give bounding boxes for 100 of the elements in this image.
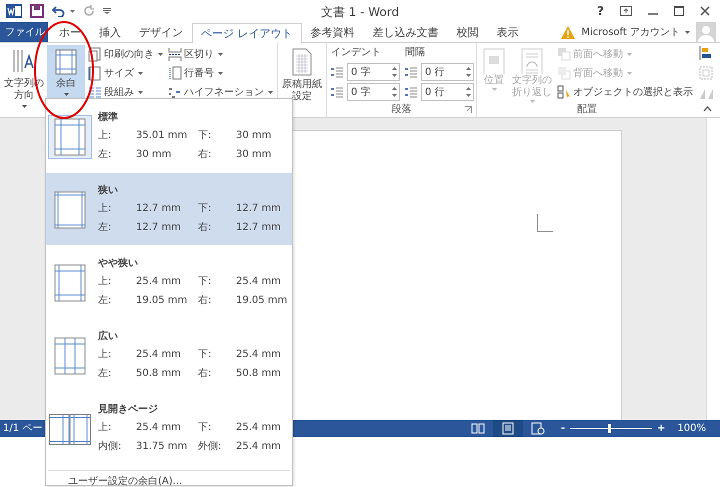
zoom-slider[interactable] xyxy=(570,424,652,433)
bring-forward-icon xyxy=(557,46,571,62)
option-name: やや狭い xyxy=(98,258,138,269)
position-icon xyxy=(481,48,507,74)
margin-preview-icon xyxy=(54,191,86,229)
grid-paper-icon xyxy=(291,48,313,76)
ribbon-tab[interactable]: ファイル xyxy=(0,22,48,42)
option-name: 狭い xyxy=(98,185,118,196)
margin-option[interactable]: 標準 上: 35.01 mm 下: 30 mm 左: 30 mm 右: 30 mm xyxy=(46,100,292,172)
line-numbers-icon xyxy=(168,66,182,80)
caret-icon xyxy=(70,10,75,12)
account-button[interactable]: Microsoft アカウント xyxy=(581,24,680,40)
spin-arrows-icon[interactable] xyxy=(466,67,471,77)
margin-label: 右: xyxy=(198,149,212,160)
spin-arrows-icon[interactable] xyxy=(392,87,397,97)
spin-field[interactable]: 0 字 xyxy=(347,63,400,81)
ribbon-button[interactable]: サイズ xyxy=(86,64,165,82)
zoom-percent[interactable]: 100% xyxy=(677,421,706,436)
margin-value: 31.75 mm xyxy=(136,441,188,452)
margin-label: 下: xyxy=(198,203,212,214)
ribbon-button[interactable]: オブジェクトの選択と表示 xyxy=(555,83,695,101)
print-layout-icon[interactable] xyxy=(500,422,515,435)
margin-value: 12.7 mm xyxy=(236,222,281,233)
margin-label: 右: xyxy=(198,295,212,306)
margin-preview-icon xyxy=(54,264,86,302)
margin-label: 右: xyxy=(198,368,212,379)
zoom-out-button[interactable]: - xyxy=(560,421,566,436)
read-mode-icon[interactable] xyxy=(470,422,485,435)
margin-corner-mark xyxy=(537,214,553,232)
ribbon-tab[interactable]: 挿入 xyxy=(90,22,130,42)
scrollbar[interactable] xyxy=(706,118,720,420)
margins-icon xyxy=(53,48,79,76)
margin-label: 下: xyxy=(198,349,212,360)
margin-value: 12.7 mm xyxy=(236,203,281,214)
margin-value: 25.4 mm xyxy=(236,422,281,433)
slider-thumb[interactable] xyxy=(608,424,611,433)
undo-icon[interactable] xyxy=(52,5,66,17)
margin-value: 35.01 mm xyxy=(136,130,188,141)
maximize-icon[interactable] xyxy=(674,6,684,16)
spin-field[interactable]: 0 行 xyxy=(421,83,474,101)
margin-value: 30 mm xyxy=(236,149,272,160)
collapse-ribbon-icon[interactable] xyxy=(703,106,712,112)
margin-value: 25.4 mm xyxy=(236,349,281,360)
margin-label: 左: xyxy=(98,368,112,379)
ribbon-tab[interactable]: 表示 xyxy=(488,22,528,42)
group-caption: 間隔 xyxy=(405,47,425,58)
option-name: 広い xyxy=(98,331,118,342)
indent-left-icon xyxy=(331,66,343,78)
margin-label: 外側: xyxy=(198,441,222,452)
ribbon-tab[interactable]: 差し込み文書 xyxy=(364,22,448,42)
word-icon[interactable] xyxy=(6,3,22,19)
margin-label: 左: xyxy=(98,222,112,233)
web-layout-icon[interactable] xyxy=(530,422,545,435)
caret-icon xyxy=(64,93,68,96)
margin-value: 50.8 mm xyxy=(236,368,281,379)
margin-value: 25.4 mm xyxy=(136,422,181,433)
page-count: 1/1 ペー xyxy=(3,422,42,436)
margin-value: 19.05 mm xyxy=(236,295,288,306)
ribbon-tab[interactable]: 校閲 xyxy=(448,22,488,42)
spin-arrows-icon[interactable] xyxy=(466,87,471,97)
margin-option[interactable]: 狭い 上: 12.7 mm 下: 12.7 mm 左: 12.7 mm 右: 12.7 mm xyxy=(46,173,292,245)
group-label: 配置 xyxy=(577,104,597,115)
ribbon-tab[interactable]: ページ レイアウト xyxy=(192,23,302,43)
ribbon-tab[interactable]: デザイン xyxy=(130,22,192,42)
ribbon-button[interactable]: 区切り xyxy=(166,45,275,63)
ribbon-button[interactable]: 印刷の向き xyxy=(86,45,165,63)
group-label: 段落 xyxy=(392,102,412,117)
zoom-in-button[interactable]: + xyxy=(657,421,666,436)
customize-icon[interactable] xyxy=(103,8,111,14)
margin-option[interactable]: 見開きページ 上: 25.4 mm 下: 25.4 mm 内側: 31.75 mm 外側: 25.4 mm xyxy=(46,392,292,464)
spin-arrows-icon[interactable] xyxy=(392,67,397,77)
ribbon-button[interactable]: 段組み xyxy=(86,83,165,101)
margin-option[interactable]: やや狭い 上: 25.4 mm 下: 25.4 mm 左: 19.05 mm 右: 19.05 mm xyxy=(46,246,292,318)
ribbon-tab[interactable]: 参考資料 xyxy=(302,22,364,42)
ribbon-tab[interactable]: ホー xyxy=(48,22,90,42)
spin-field[interactable]: 0 行 xyxy=(421,63,474,81)
save-icon[interactable] xyxy=(30,4,44,18)
breaks-icon xyxy=(168,46,182,62)
option-name: 標準 xyxy=(98,112,118,123)
ribbon-button[interactable]: ハイフネーション xyxy=(166,83,275,101)
close-icon[interactable] xyxy=(700,6,710,16)
indent-right-icon xyxy=(331,86,343,98)
margin-preview-icon xyxy=(54,337,86,375)
margin-label: 上: xyxy=(98,276,112,287)
spacing-after-icon xyxy=(405,86,417,98)
spin-field[interactable]: 0 字 xyxy=(347,83,400,101)
margin-label: 下: xyxy=(198,276,212,287)
ribbon-button[interactable]: 行番号 xyxy=(166,64,275,82)
spacing-before-icon xyxy=(405,66,417,78)
margin-value: 25.4 mm xyxy=(236,441,281,452)
custom-margins-item[interactable]: ユーザー設定の余白(A)... xyxy=(68,474,182,487)
margins-button[interactable]: 余白 xyxy=(47,45,85,99)
margin-option[interactable]: 広い 上: 25.4 mm 下: 25.4 mm 左: 50.8 mm 右: 50.8 mm xyxy=(46,319,292,391)
margin-label: 右: xyxy=(198,222,212,233)
columns-icon xyxy=(88,84,102,100)
ribbon-display-icon[interactable] xyxy=(620,6,632,16)
margin-label: 左: xyxy=(98,149,112,160)
help-button[interactable]: ? xyxy=(597,2,604,20)
dialog-launcher-icon[interactable] xyxy=(465,106,472,113)
margin-label: 上: xyxy=(98,130,112,141)
